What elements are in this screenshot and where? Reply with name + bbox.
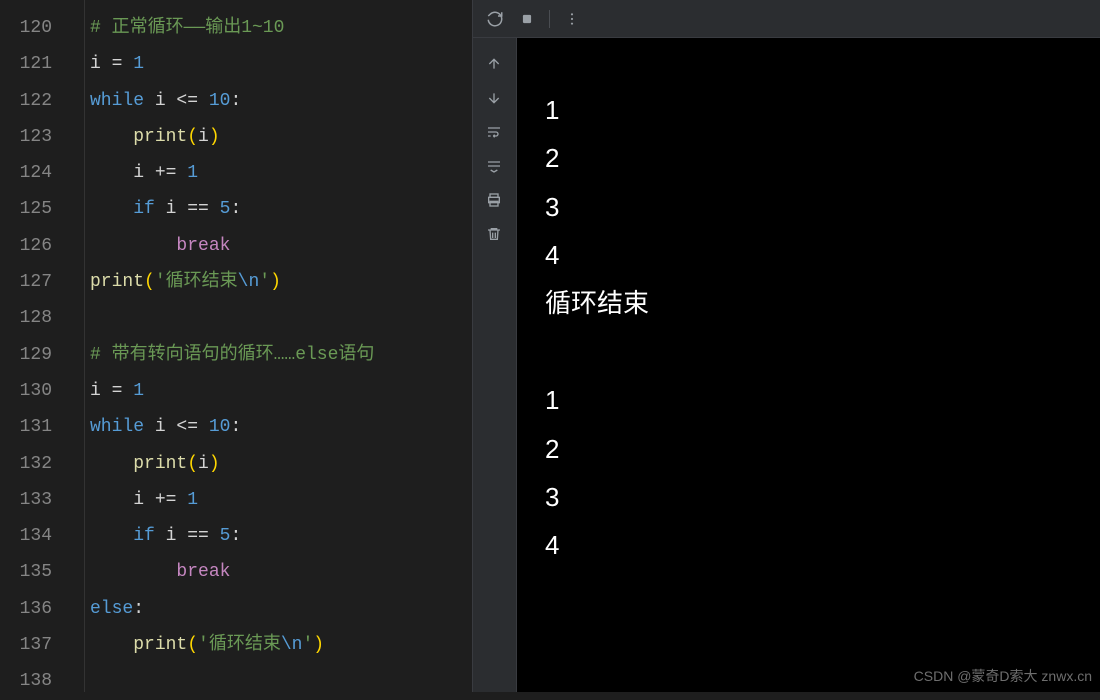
trash-icon[interactable] [486, 226, 504, 244]
run-toolbar [473, 0, 1100, 38]
line-number: 137 [0, 627, 52, 663]
code-line[interactable]: i += 1 [90, 155, 472, 191]
code-line[interactable] [90, 300, 472, 336]
code-line[interactable]: if i == 5: [90, 518, 472, 554]
line-number: 133 [0, 482, 52, 518]
code-line[interactable]: i += 1 [90, 482, 472, 518]
code-line[interactable]: # 带有转向语句的循环……else语句 [90, 337, 472, 373]
code-line[interactable] [90, 663, 472, 699]
code-line[interactable]: print(i) [90, 446, 472, 482]
line-number-gutter: 1201211221231241251261271281291301311321… [0, 0, 70, 692]
line-number: 130 [0, 373, 52, 409]
line-number: 134 [0, 518, 52, 554]
editor-pane: 1201211221231241251261271281291301311321… [0, 0, 472, 692]
more-icon[interactable] [562, 9, 582, 29]
code-line[interactable]: break [90, 228, 472, 264]
line-number: 124 [0, 155, 52, 191]
line-number: 128 [0, 300, 52, 336]
code-area[interactable]: # 正常循环——输出1~10i = 1while i <= 10: print(… [70, 0, 472, 692]
wrap-icon[interactable] [486, 124, 504, 142]
code-line[interactable]: break [90, 554, 472, 590]
line-number: 127 [0, 264, 52, 300]
line-number: 138 [0, 663, 52, 699]
scroll-to-end-icon[interactable] [486, 158, 504, 176]
code-line[interactable]: print(i) [90, 119, 472, 155]
line-number: 129 [0, 337, 52, 373]
code-line[interactable]: i = 1 [90, 373, 472, 409]
code-line[interactable]: print('循环结束\n') [90, 627, 472, 663]
line-number: 132 [0, 446, 52, 482]
code-line[interactable]: print('循环结束\n') [90, 264, 472, 300]
console-container: 1 2 3 4 循环结束 1 2 3 4 [473, 38, 1100, 692]
line-number: 136 [0, 591, 52, 627]
code-line[interactable]: else: [90, 591, 472, 627]
line-number: 120 [0, 10, 52, 46]
code-line[interactable]: # 正常循环——输出1~10 [90, 10, 472, 46]
line-number: 123 [0, 119, 52, 155]
line-number: 121 [0, 46, 52, 82]
stop-icon[interactable] [517, 9, 537, 29]
code-line[interactable]: i = 1 [90, 46, 472, 82]
code-line[interactable]: if i == 5: [90, 191, 472, 227]
print-icon[interactable] [486, 192, 504, 210]
watermark: CSDN @蒙奇D索大 znwx.cn [914, 666, 1092, 686]
rerun-icon[interactable] [485, 9, 505, 29]
arrow-down-icon[interactable] [486, 90, 504, 108]
code-line[interactable]: while i <= 10: [90, 83, 472, 119]
arrow-up-icon[interactable] [486, 56, 504, 74]
console-gutter [473, 38, 517, 692]
line-number: 126 [0, 228, 52, 264]
line-number: 135 [0, 554, 52, 590]
toolbar-divider [549, 10, 550, 28]
line-number: 131 [0, 409, 52, 445]
line-number: 125 [0, 191, 52, 227]
code-line[interactable]: while i <= 10: [90, 409, 472, 445]
run-pane: 1 2 3 4 循环结束 1 2 3 4 [472, 0, 1100, 692]
line-number: 122 [0, 83, 52, 119]
console-output[interactable]: 1 2 3 4 循环结束 1 2 3 4 [517, 38, 1100, 692]
